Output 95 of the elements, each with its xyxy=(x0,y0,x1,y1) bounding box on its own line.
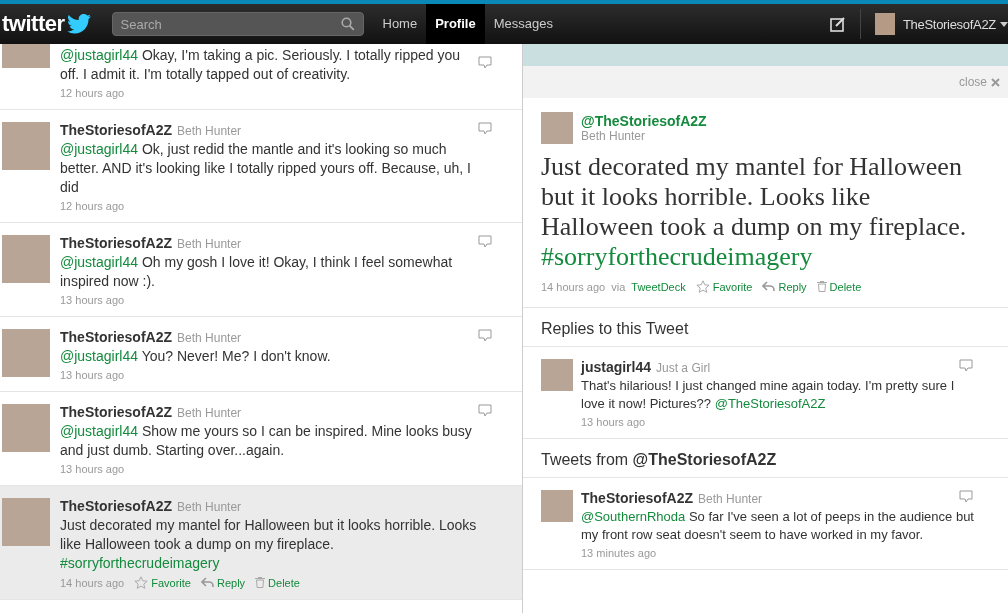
speech-bubble-icon[interactable] xyxy=(959,359,973,372)
avatar-placeholder[interactable] xyxy=(874,13,895,35)
star-icon xyxy=(134,576,149,589)
tweet-action[interactable]: Delete xyxy=(816,280,862,293)
tweet-text: @justagirl44 Show me yours so I can be inspired. Mine looks busy and just dumb. Starting over...again. xyxy=(60,422,473,460)
username[interactable]: TheStoriesofA2Z xyxy=(60,235,172,251)
hashtag-link[interactable]: #sorryforthecrudeimagery xyxy=(60,555,220,571)
trash-icon xyxy=(816,281,827,292)
username[interactable]: @TheStoriesofA2Z xyxy=(581,113,707,129)
tweet-text: Just decorated my mantel for Halloween but it looks horrible. Looks like Halloween took a dump on my fireplace. #sorryforthecrudeimagery xyxy=(541,152,968,272)
full-name: Beth Hunter xyxy=(698,492,763,506)
avatar-placeholder xyxy=(2,122,50,170)
tweet-row[interactable]: TheStoriesofA2Z Beth Hunter @SouthernRhoda So far I've seen a lot of peeps in the audience but my front row seat doesn't seem to have worked in my favor. 13 minutes ago xyxy=(523,478,1008,570)
mention-link[interactable]: @justagirl44 xyxy=(60,141,139,157)
avatar-placeholder xyxy=(2,44,50,68)
username[interactable]: TheStoriesofA2Z xyxy=(60,404,172,420)
tweet-action[interactable]: Favorite xyxy=(134,576,191,589)
nav-link[interactable]: Messages xyxy=(484,4,562,44)
avatar-placeholder xyxy=(541,490,573,522)
tweet-text: That's hilarious! I just changed mine again today. I'm pretty sure I love it now! Pictures?? @TheStoriesofA2Z xyxy=(581,377,956,413)
compose-icon[interactable] xyxy=(829,16,846,32)
username[interactable]: TheStoriesofA2Z xyxy=(60,122,172,138)
mention-link[interactable]: @TheStoriesofA2Z xyxy=(714,396,826,411)
avatar-placeholder xyxy=(2,235,50,283)
speech-bubble-icon[interactable] xyxy=(478,56,492,69)
tweet-action[interactable]: Delete xyxy=(255,576,300,589)
full-name: Beth Hunter xyxy=(177,237,242,251)
tweet-text: @justagirl44 Okay, I'm taking a pic. Seriously. I totally ripped you off. I admit it. I'm totally tapped out of creativity. xyxy=(60,46,461,84)
timestamp[interactable]: 13 hours ago xyxy=(581,416,646,428)
tweet-text: @justagirl44 You? Never! Me? I don't know. xyxy=(60,347,332,366)
tweet-text: @justagirl44 Ok, just redid the mantle and it's looking so much better. AND it's looking like I totally ripped yours off. Because, uh, I did xyxy=(60,140,472,197)
avatar-placeholder xyxy=(2,404,50,452)
nav-link[interactable]: Profile xyxy=(426,4,485,44)
nav-link[interactable]: Home xyxy=(373,4,427,44)
tweet-row[interactable]: TheStoriesofA2Z Beth Hunter @justagirl44 Oh my gosh I love it! Okay, I think I feel somewhat inspired now :). 13 hours ago xyxy=(0,223,522,317)
search-icon xyxy=(340,17,355,31)
section-heading: Tweets from @TheStoriesofA2Z xyxy=(523,439,1008,478)
username[interactable]: TheStoriesofA2Z xyxy=(60,329,172,345)
close-link[interactable]: close xyxy=(959,75,987,89)
avatar-placeholder xyxy=(2,329,50,377)
timestamp[interactable]: 14 hours ago xyxy=(60,576,125,589)
timestamp[interactable]: 13 hours ago xyxy=(60,369,125,381)
close-icon[interactable] xyxy=(991,77,1000,87)
timestamp[interactable]: 13 minutes ago xyxy=(581,547,657,559)
timestamp[interactable]: 13 hours ago xyxy=(60,294,125,306)
full-name: Beth Hunter xyxy=(581,129,647,143)
tweet-action[interactable]: Reply xyxy=(762,280,807,293)
timestamp[interactable]: 13 hours ago xyxy=(60,463,125,475)
timestamp[interactable]: 12 hours ago xyxy=(60,200,125,212)
full-name: Just a Girl xyxy=(656,361,711,375)
speech-bubble-icon[interactable] xyxy=(478,329,492,342)
username-menu[interactable]: TheStoriesofA2Z xyxy=(902,16,996,32)
mention-link[interactable]: @SouthernRhoda xyxy=(581,509,686,524)
timestamp[interactable]: 12 hours ago xyxy=(60,87,125,99)
speech-bubble-icon[interactable] xyxy=(478,404,492,417)
timestamp[interactable]: 14 hours ago xyxy=(541,280,606,293)
full-name: Beth Hunter xyxy=(177,500,242,514)
avatar-placeholder xyxy=(541,112,573,144)
mention-link[interactable]: @justagirl44 xyxy=(60,423,139,439)
star-icon xyxy=(695,280,710,293)
tweet-action[interactable]: Favorite xyxy=(695,280,753,293)
avatar-placeholder xyxy=(2,498,50,546)
tweet-row[interactable]: TheStoriesofA2Z Beth Hunter Just decorated my mantel for Halloween but it looks horrible. Looks like Halloween took a dump on my fireplace. #sorryforthecrudeimagery 14 hours ago Favorite Reply Delete xyxy=(0,486,522,600)
tweet-text: Just decorated my mantel for Halloween but it looks horrible. Looks like Halloween took a dump on my fireplace. #sorryforthecrudeimagery xyxy=(60,516,478,573)
full-name: Beth Hunter xyxy=(177,406,242,420)
client-link[interactable]: TweetDeck xyxy=(631,280,686,293)
caret-icon[interactable] xyxy=(1000,21,1008,27)
twitter-logo[interactable]: twitter xyxy=(2,11,65,37)
username[interactable]: TheStoriesofA2Z xyxy=(581,490,693,506)
username[interactable]: TheStoriesofA2Z xyxy=(60,498,172,514)
tweet-row[interactable]: TheStoriesofA2Z Beth Hunter @justagirl44 Ok, just redid the mantle and it's looking so much better. AND it's looking like I totally ripped yours off. Because, uh, I did 12 hours ago xyxy=(0,110,522,223)
section-heading: Replies to this Tweet xyxy=(523,308,1008,347)
tweet-row[interactable]: @justagirl44 Okay, I'm taking a pic. Seriously. I totally ripped you off. I admit it. I'm totally tapped out of creativity. 12 hours ago xyxy=(0,44,522,110)
reply-icon xyxy=(200,577,214,588)
reply-icon xyxy=(762,281,776,292)
speech-bubble-icon[interactable] xyxy=(959,490,973,503)
mention-link[interactable]: @justagirl44 xyxy=(60,254,139,270)
mention-link[interactable]: @justagirl44 xyxy=(60,47,139,63)
tweet-action[interactable]: Reply xyxy=(200,576,246,589)
full-name: Beth Hunter xyxy=(177,331,242,345)
tweet-text: @justagirl44 Oh my gosh I love it! Okay, I think I feel somewhat inspired now :). xyxy=(60,253,454,291)
tweet-text: @SouthernRhoda So far I've seen a lot of peeps in the audience but my front row seat doesn't seem to have worked in my favor. xyxy=(581,508,975,544)
via-label: via xyxy=(611,280,626,293)
speech-bubble-icon[interactable] xyxy=(478,122,492,135)
search-field[interactable]: Search xyxy=(111,12,364,36)
avatar-placeholder xyxy=(541,359,573,391)
trash-icon xyxy=(255,577,266,588)
speech-bubble-icon[interactable] xyxy=(478,235,492,248)
mention-link[interactable]: @justagirl44 xyxy=(60,348,139,364)
bird-icon xyxy=(65,14,92,34)
hashtag-link[interactable]: #sorryforthecrudeimagery xyxy=(541,242,813,271)
full-name: Beth Hunter xyxy=(177,124,242,138)
tweet-row[interactable]: justagirl44 Just a Girl That's hilarious! I just changed mine again today. I'm pretty sure I love it now! Pictures?? @TheStoriesofA2Z 13 hours ago xyxy=(523,347,1008,439)
tweet-row[interactable]: TheStoriesofA2Z Beth Hunter @justagirl44 You? Never! Me? I don't know. 13 hours ago xyxy=(0,317,522,392)
username[interactable]: justagirl44 xyxy=(581,359,652,375)
